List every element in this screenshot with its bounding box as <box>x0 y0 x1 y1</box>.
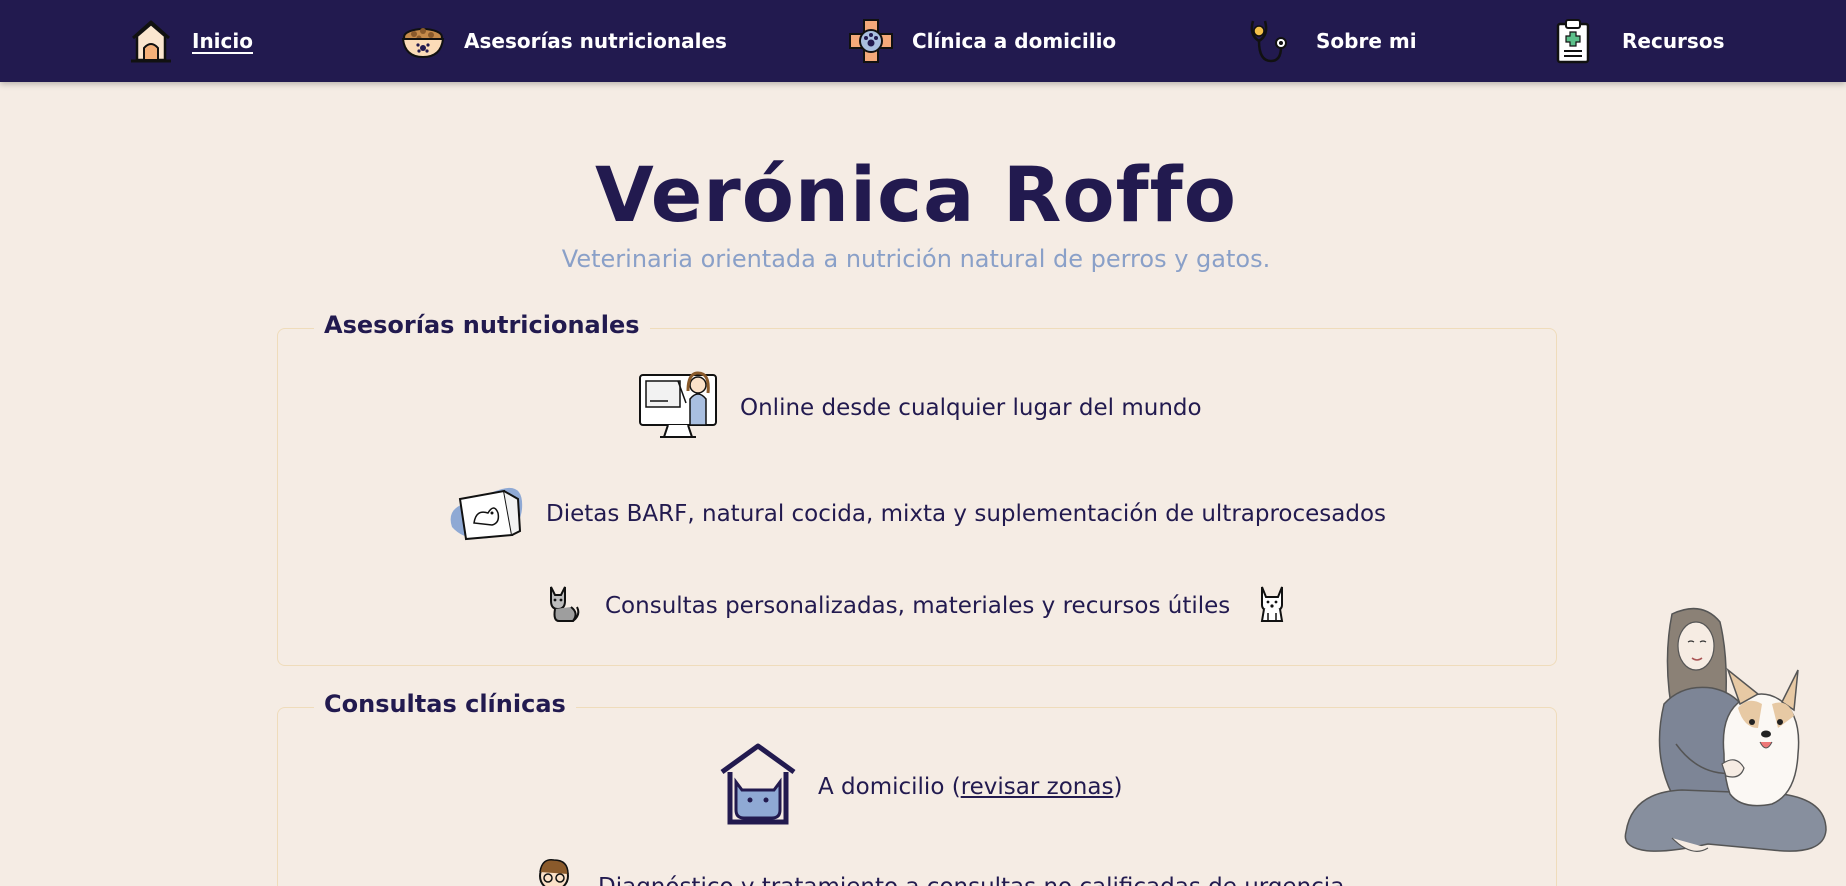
top-navigation: Inicio Asesorías nutricionales Clínica a… <box>0 0 1846 82</box>
list-item: Online desde cualquier lugar del mundo <box>638 369 1202 447</box>
list-item: Diagnóstico y tratamiento a consultas no… <box>528 854 1344 886</box>
nav-item-recursos[interactable]: Recursos <box>1550 16 1724 66</box>
nav-item-label: Clínica a domicilio <box>912 29 1117 53</box>
page-subtitle: Veterinaria orientada a nutrición natura… <box>561 245 1271 273</box>
item-text: Online desde cualquier lugar del mundo <box>740 395 1202 421</box>
vet-avatar-icon <box>528 854 578 886</box>
nav-item-label: Recursos <box>1622 29 1725 53</box>
stethoscope-icon <box>1244 18 1290 64</box>
medical-cross-icon <box>848 18 894 64</box>
nav-item-label: Asesorías nutricionales <box>464 29 727 53</box>
item-text: A domicilio (revisar zonas) <box>818 774 1123 800</box>
page-title: Verónica Roffo <box>595 150 1237 239</box>
cat-icon <box>545 583 581 629</box>
section-title: Consultas clínicas <box>314 690 576 718</box>
doghouse-icon <box>128 18 174 64</box>
section-title: Asesorías nutricionales <box>314 311 650 339</box>
computer-vet-icon <box>638 369 720 447</box>
nav-item-clinica[interactable]: Clínica a domicilio <box>848 16 1116 66</box>
pet-food-bag-icon <box>446 479 526 549</box>
clipboard-icon <box>1550 18 1596 64</box>
list-item: A domicilio (revisar zonas) <box>718 742 1122 832</box>
item-text: Diagnóstico y tratamiento a consultas no… <box>598 874 1344 886</box>
revisar-zonas-link[interactable]: revisar zonas <box>961 774 1114 800</box>
nav-item-label: Inicio <box>192 29 253 53</box>
food-bowl-icon <box>400 18 446 64</box>
item-text: Consultas personalizadas, materiales y r… <box>605 593 1231 619</box>
item-text: Dietas BARF, natural cocida, mixta y sup… <box>546 501 1387 527</box>
dog-icon <box>1256 583 1288 629</box>
woman-with-corgi-illustration <box>1612 604 1832 866</box>
clinic-section: Consultas clínicas A domicilio (revisar … <box>277 690 1557 886</box>
cat-house-icon <box>718 742 798 832</box>
list-item: Consultas personalizadas, materiales y r… <box>545 583 1288 629</box>
nutrition-section: Asesorías nutricionales Online desde cua… <box>277 311 1557 666</box>
list-item: Dietas BARF, natural cocida, mixta y sup… <box>446 479 1386 549</box>
nav-item-asesorias[interactable]: Asesorías nutricionales <box>400 16 727 66</box>
nav-item-label: Sobre mi <box>1316 29 1417 53</box>
nav-item-inicio[interactable]: Inicio <box>128 16 253 66</box>
nav-item-sobre-mi[interactable]: Sobre mi <box>1244 16 1417 66</box>
